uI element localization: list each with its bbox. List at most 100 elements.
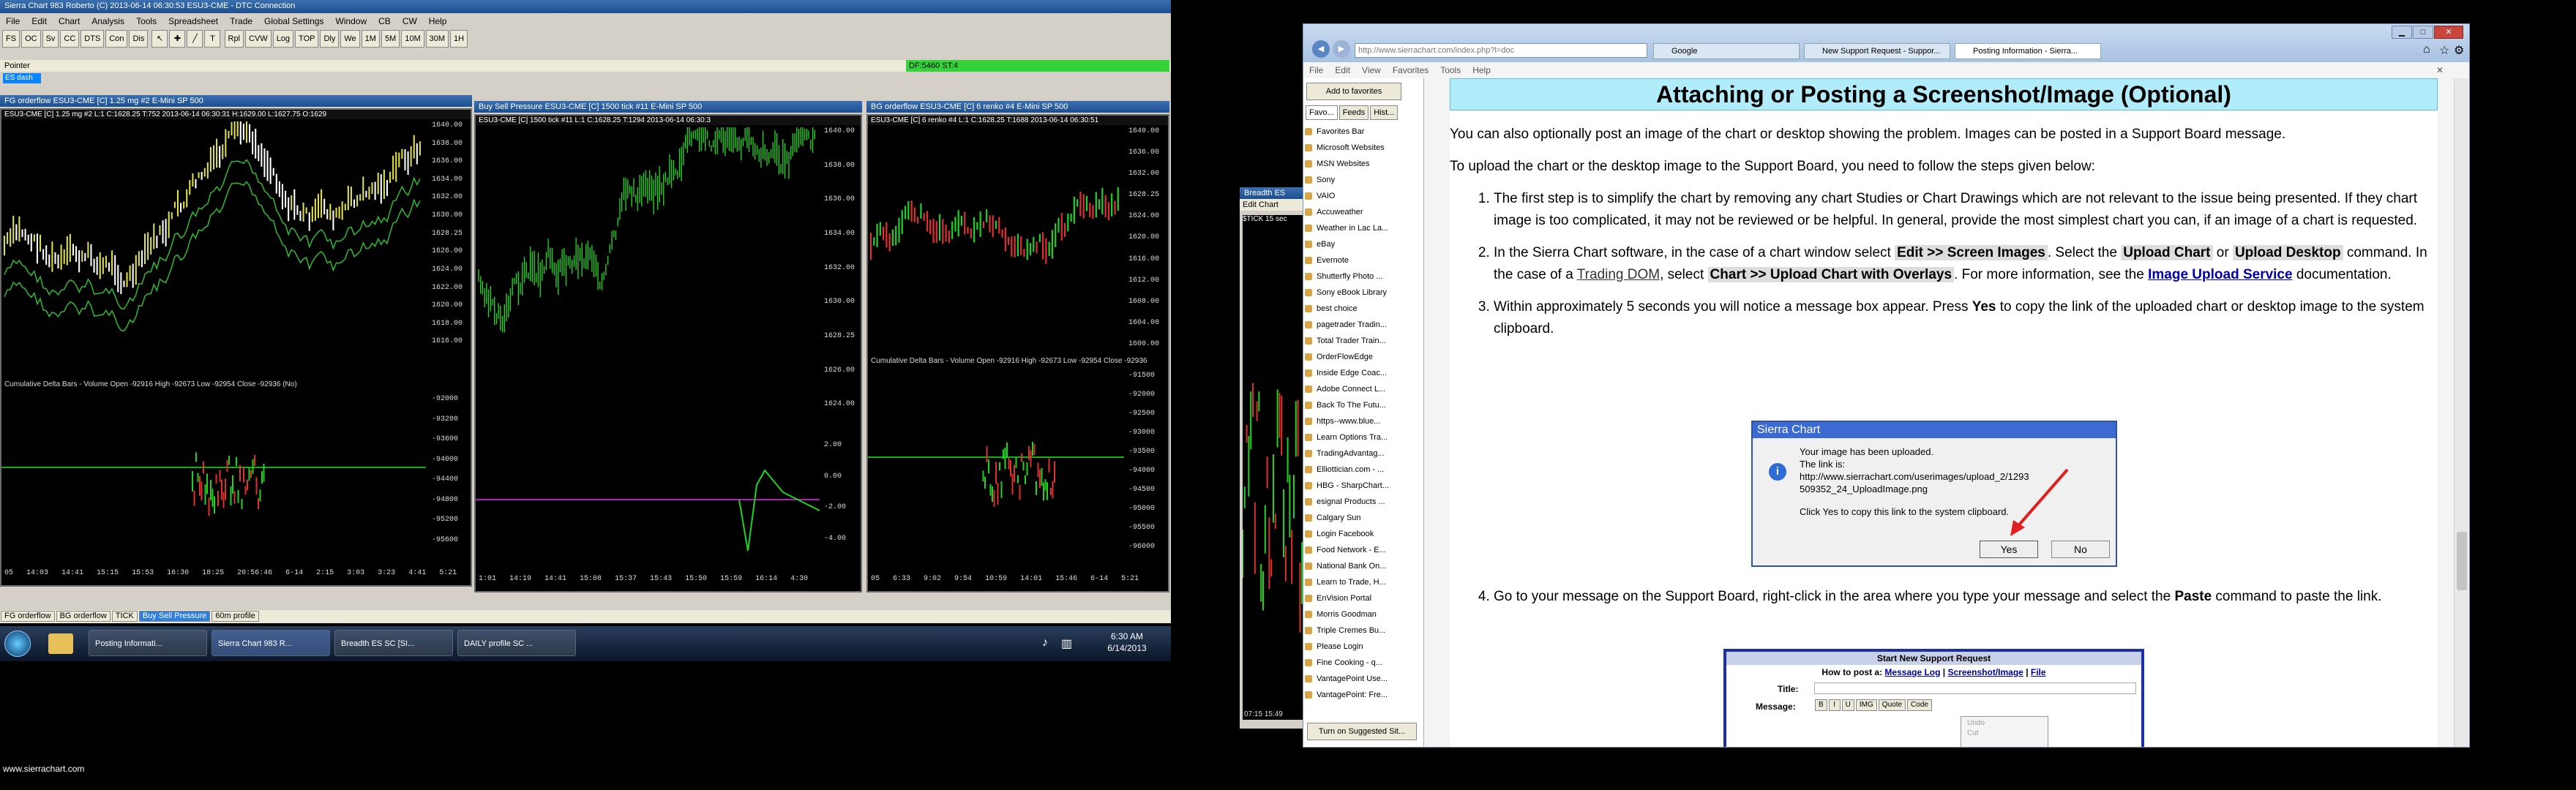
screenshot-image-link[interactable]: Screenshot/Image	[1947, 667, 2023, 677]
favorite-item[interactable]: Favorites Bar	[1303, 124, 1423, 140]
tool-dts[interactable]: DTS	[80, 30, 105, 48]
favorite-item[interactable]: eBay	[1303, 236, 1423, 252]
menu-spreadsheet[interactable]: Spreadsheet	[168, 16, 218, 26]
menu-edit[interactable]: Edit	[31, 16, 47, 26]
tool-log[interactable]: Log	[272, 30, 294, 48]
gear-icon[interactable]: ⚙	[2454, 43, 2464, 58]
form-title-input[interactable]	[1814, 682, 2136, 694]
favorite-item[interactable]: Adobe Connect L...	[1303, 381, 1423, 397]
tool-1h[interactable]: 1H	[450, 30, 468, 48]
tab-feeds[interactable]: Feeds	[1338, 105, 1369, 120]
favorite-item[interactable]: Accuweather	[1303, 204, 1423, 220]
bold-button[interactable]: B	[1815, 699, 1827, 711]
code-button[interactable]: Code	[1907, 699, 1932, 711]
scrollbar-thumb[interactable]	[2457, 532, 2467, 590]
favorite-item[interactable]: OrderFlowEdge	[1303, 349, 1423, 365]
favorite-item[interactable]: esignal Products ...	[1303, 494, 1423, 510]
underline-button[interactable]: U	[1841, 699, 1854, 711]
menu-file[interactable]: File	[1309, 65, 1323, 75]
chart-tab[interactable]: BG orderflow	[56, 611, 111, 622]
favorite-item[interactable]: Back To The Futu...	[1303, 397, 1423, 413]
favorite-item[interactable]: MSN Websites	[1303, 156, 1423, 172]
tool-sv[interactable]: Sv	[42, 30, 59, 48]
back-icon[interactable]: ◀	[1312, 40, 1330, 58]
menu-help[interactable]: Help	[429, 16, 447, 26]
message-log-link[interactable]: Message Log	[1884, 667, 1940, 677]
favorite-item[interactable]: Weather in Lac La...	[1303, 220, 1423, 236]
text-tool-icon[interactable]: T	[204, 30, 221, 48]
suggested-sites-button[interactable]: Turn on Suggested Sit...	[1307, 723, 1417, 740]
address-bar[interactable]: http://www.sierrachart.com/index.php?l=d…	[1355, 43, 1647, 58]
file-link[interactable]: File	[2031, 667, 2046, 677]
favorite-item[interactable]: https--www.blue...	[1303, 413, 1423, 429]
breadth-menu-chart[interactable]: Chart	[1259, 200, 1278, 209]
favorites-star-icon[interactable]: ☆	[2439, 43, 2449, 58]
line-tool-icon[interactable]: ╱	[187, 30, 203, 48]
tool-oc[interactable]: OC	[21, 30, 41, 48]
chart-area[interactable]: ESU3-CME [C] 6 renko #4 L:1 C:1628.25 T:…	[866, 114, 1169, 592]
tool-5m[interactable]: 5M	[381, 30, 400, 48]
tool-con[interactable]: Con	[105, 30, 128, 48]
chart-tab[interactable]: 60m profile	[211, 611, 259, 622]
favorite-item[interactable]: VAIO	[1303, 188, 1423, 204]
clock[interactable]: 6:30 AM 6/14/2013	[1098, 631, 1156, 654]
taskbar-item[interactable]: Sierra Chart 983 R...	[211, 630, 330, 656]
favorite-item[interactable]: National Bank On...	[1303, 558, 1423, 574]
favorite-item[interactable]: Microsoft Websites	[1303, 140, 1423, 156]
es-dash-tab[interactable]: ES dash	[3, 73, 41, 83]
chart-tab[interactable]: FG orderflow	[1, 611, 55, 622]
favorite-item[interactable]: Evernote	[1303, 252, 1423, 268]
browser-tab-active[interactable]: Posting Information - Sierra...	[1955, 43, 2101, 59]
favorite-item[interactable]: TradingAdvantag...	[1303, 445, 1423, 462]
favorite-item[interactable]: Inside Edge Coac...	[1303, 365, 1423, 381]
pointer-tool-icon[interactable]: ↖	[151, 30, 168, 48]
menu-global-settings[interactable]: Global Settings	[264, 16, 323, 26]
menu-view[interactable]: View	[1362, 65, 1381, 75]
quote-button[interactable]: Quote	[1878, 699, 1906, 711]
crosshair-icon[interactable]: ✚	[169, 30, 186, 48]
favorite-item[interactable]: EnVision Portal	[1303, 590, 1423, 606]
browser-tab[interactable]: Google	[1653, 43, 1800, 59]
taskbar-item[interactable]: DAILY profile SC ...	[457, 630, 576, 656]
volume-icon[interactable]: ♪	[1042, 636, 1048, 650]
favorite-item[interactable]: Sony	[1303, 172, 1423, 188]
minimize-icon[interactable]: ▁	[2392, 26, 2412, 39]
menu-favorites[interactable]: Favorites	[1393, 65, 1429, 75]
tool-30m[interactable]: 30M	[425, 30, 449, 48]
favorite-item[interactable]: Learn Options Tra...	[1303, 429, 1423, 445]
home-icon[interactable]: ⌂	[2423, 43, 2430, 56]
close-page-icon[interactable]: ✕	[2436, 64, 2444, 77]
menu-cb[interactable]: CB	[378, 16, 391, 26]
forward-icon[interactable]: ▶	[1333, 40, 1350, 58]
page-scrollbar[interactable]	[2454, 78, 2468, 747]
tool-cvw[interactable]: CVW	[245, 30, 272, 48]
menu-help[interactable]: Help	[1472, 65, 1491, 75]
chart-window-bg-orderflow[interactable]: BG orderflow ESU3-CME [C] 6 renko #4 E-M…	[866, 101, 1169, 598]
browser-tab[interactable]: New Support Request - Suppor...	[1804, 43, 1950, 59]
img-button[interactable]: IMG	[1855, 699, 1877, 711]
favorite-item[interactable]: Calgary Sun	[1303, 510, 1423, 526]
menu-analysis[interactable]: Analysis	[91, 16, 124, 26]
breadth-chart[interactable]: $TICK 15 sec 07:15 15:49	[1242, 215, 1304, 720]
chart-window-buy-sell-pressure[interactable]: Buy Sell Pressure ESU3-CME [C] 1500 tick…	[474, 101, 862, 598]
favorite-item[interactable]: best choice	[1303, 301, 1423, 317]
favorite-item[interactable]: VantagePoint: Fre...	[1303, 687, 1423, 703]
chart-area[interactable]: ESU3-CME [C] 1500 tick #11 L:1 C:1628.25…	[474, 114, 862, 592]
tool-dly[interactable]: Dly	[320, 30, 340, 48]
favorite-item[interactable]: Shutterfly Photo ...	[1303, 268, 1423, 285]
menu-trade[interactable]: Trade	[230, 16, 252, 26]
menu-chart[interactable]: Chart	[59, 16, 80, 26]
chart-tab-active[interactable]: Buy Sell Pressure	[138, 611, 211, 622]
chart-area[interactable]: ESU3-CME [C] 1.25 mg #2 L:1 C:1628.25 T:…	[0, 108, 472, 587]
close-icon[interactable]: ✕	[2434, 26, 2463, 39]
breadth-menu-edit[interactable]: Edit	[1243, 200, 1257, 209]
taskbar-item[interactable]: Breadth ES SC [SI...	[334, 630, 453, 656]
image-upload-service-link[interactable]: Image Upload Service	[2148, 267, 2292, 282]
start-button[interactable]	[4, 631, 31, 657]
tool-dis[interactable]: Dis	[129, 30, 149, 48]
tab-history[interactable]: Hist...	[1370, 105, 1399, 120]
tool-10m[interactable]: 10M	[401, 30, 424, 48]
explorer-icon[interactable]	[48, 633, 73, 654]
favorite-item[interactable]: Triple Cremes Bu...	[1303, 622, 1423, 639]
add-to-favorites-button[interactable]: Add to favorites	[1306, 83, 1401, 100]
